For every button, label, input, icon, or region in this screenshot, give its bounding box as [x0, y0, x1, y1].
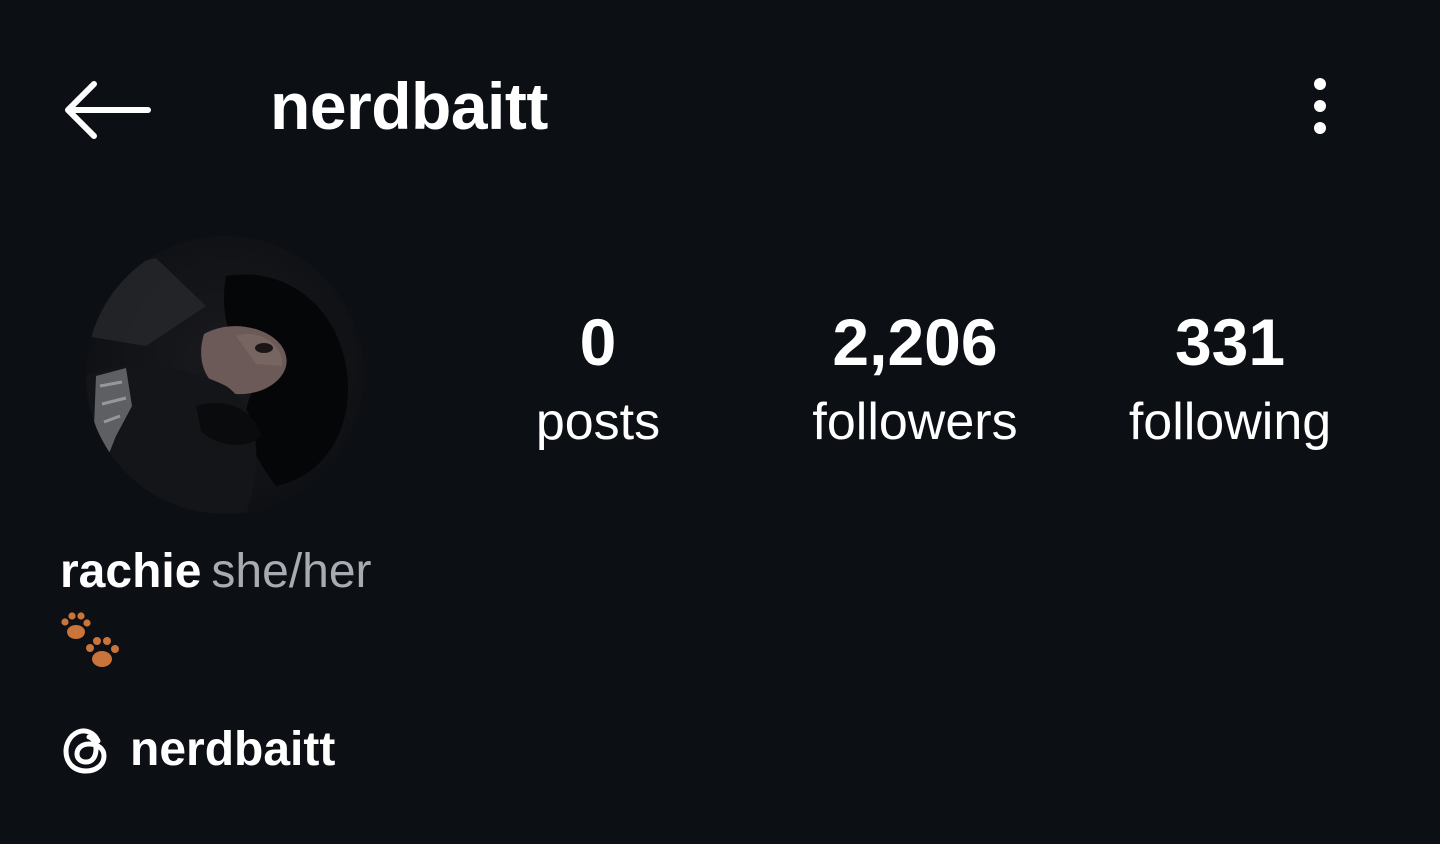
- profile-photo: [86, 236, 364, 514]
- threads-handle: nerdbaitt: [130, 723, 336, 776]
- page-title: nerdbaitt: [270, 69, 548, 143]
- followers-label: followers: [812, 393, 1018, 451]
- paw-prints-icon: [58, 610, 128, 672]
- arrow-left-icon: [65, 81, 151, 139]
- threads-link[interactable]: nerdbaitt: [60, 718, 335, 782]
- posts-label: posts: [535, 393, 661, 451]
- posts-count: 0: [579, 305, 617, 379]
- more-vertical-icon: [1314, 78, 1326, 134]
- display-name: rachie: [60, 545, 202, 598]
- avatar[interactable]: [86, 236, 364, 514]
- more-options-button[interactable]: [1290, 68, 1350, 144]
- following-label: following: [1128, 393, 1332, 451]
- stat-followers[interactable]: 2,206 followers: [780, 300, 1050, 460]
- following-count: 331: [1174, 305, 1286, 379]
- stat-following[interactable]: 331 following: [1100, 300, 1360, 460]
- followers-count: 2,206: [832, 305, 998, 379]
- threads-icon: [63, 728, 107, 774]
- profile-screen: nerdbaitt 0 posts 2,206 followers 331 fo…: [0, 0, 1440, 844]
- name-row: rachie she/her: [60, 540, 372, 604]
- stat-posts[interactable]: 0 posts: [498, 300, 698, 460]
- back-button[interactable]: [56, 72, 156, 148]
- pronouns: she/her: [211, 545, 372, 598]
